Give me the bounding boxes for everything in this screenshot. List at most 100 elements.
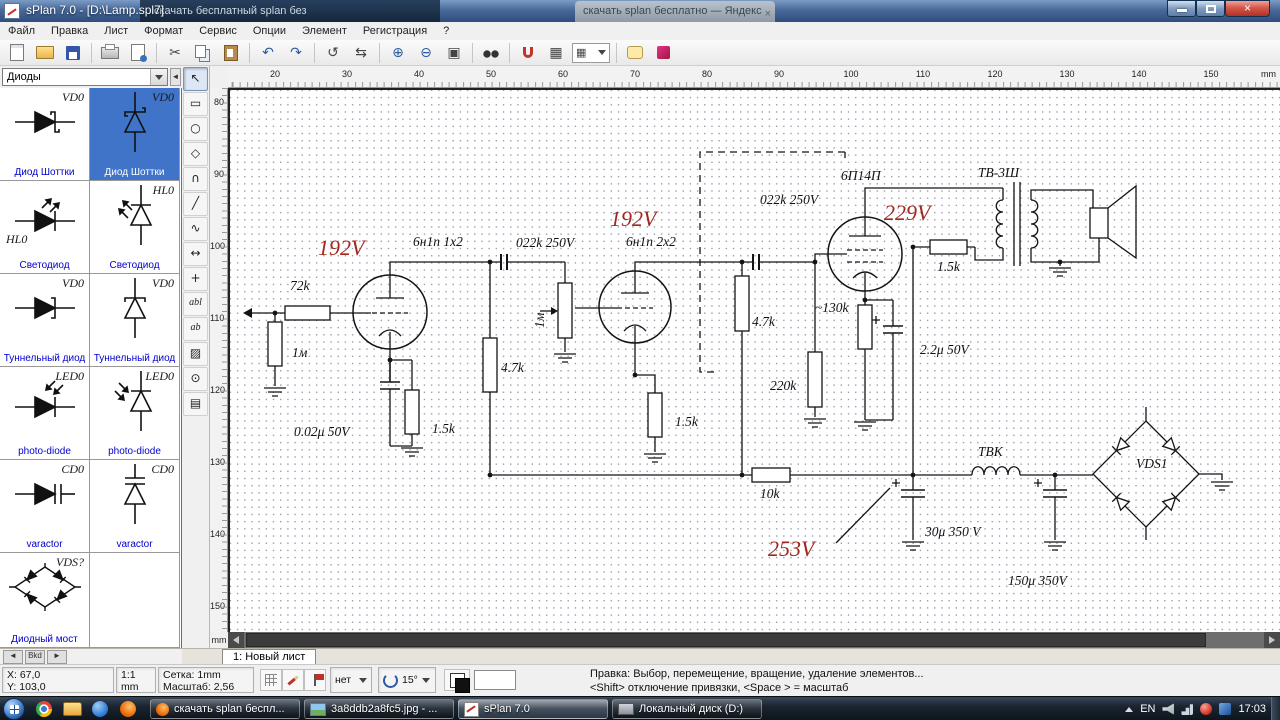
part-value[interactable]: 150μ 350V: [1008, 573, 1067, 589]
tool-arc[interactable]: ∩: [183, 167, 208, 191]
tool-image[interactable]: ▨: [183, 342, 208, 366]
menu-file[interactable]: Файл: [0, 23, 43, 39]
part-value[interactable]: 0.02μ 50V: [294, 424, 350, 440]
tool-dimension[interactable]: ↔: [183, 242, 208, 266]
snap-mode-dropdown[interactable]: ▦: [572, 42, 610, 63]
voltage-label[interactable]: 192V: [318, 235, 364, 261]
rotate-button[interactable]: ↺: [320, 41, 346, 65]
close-button[interactable]: ×: [1225, 0, 1270, 17]
menu-registration[interactable]: Регистрация: [355, 23, 435, 39]
voltage-label[interactable]: 253V: [768, 536, 814, 562]
library-item-tunnel-2[interactable]: VD0 Туннельный диод: [90, 274, 180, 367]
tool-text[interactable]: abl: [183, 292, 208, 316]
part-value[interactable]: 4.7k: [501, 360, 524, 376]
zoom-in-button[interactable]: ⊕: [385, 41, 411, 65]
menu-element[interactable]: Элемент: [294, 23, 355, 39]
tube-label[interactable]: 6П14П: [841, 168, 881, 184]
library-item-varactor-2[interactable]: CD0 varactor: [90, 460, 180, 553]
part-value[interactable]: 2.2μ 50V: [920, 342, 969, 358]
transformer-label[interactable]: ТВ-3Ш: [978, 165, 1019, 181]
language-indicator[interactable]: EN: [1140, 703, 1155, 715]
cut-button[interactable]: ✂: [162, 41, 188, 65]
tool-rectangle[interactable]: ▭: [183, 92, 208, 116]
angle-select[interactable]: 15°: [378, 667, 436, 693]
library-category-select[interactable]: Диоды: [2, 68, 168, 86]
taskbar-button-browser[interactable]: скачать splan беспл...: [150, 699, 300, 719]
library-item-bridge[interactable]: VDS? Диодный мост: [0, 553, 90, 648]
tube-label[interactable]: 6н1п 1x2: [413, 234, 463, 250]
menu-sheet[interactable]: Лист: [96, 23, 136, 39]
library-item-led-1[interactable]: HL0 Светодиод: [0, 181, 90, 274]
copy-button[interactable]: [190, 41, 216, 65]
part-value[interactable]: 4.7k: [752, 314, 775, 330]
color-swatch-button[interactable]: [444, 669, 470, 693]
tool-textbox[interactable]: ab: [183, 317, 208, 341]
cap-label[interactable]: 022k 250V: [516, 235, 574, 251]
clock[interactable]: 17:03: [1238, 703, 1266, 715]
library-item-schottky-1[interactable]: VD0 Диод Шоттки: [0, 88, 90, 181]
bridge-label[interactable]: VDS1: [1136, 456, 1168, 472]
scrollbar-thumb[interactable]: [246, 633, 1206, 647]
taskbar-button-image[interactable]: 3a8ddb2a8fc5.jpg - ...: [304, 699, 454, 719]
update-icon[interactable]: [1219, 703, 1232, 715]
menu-format[interactable]: Формат: [136, 23, 191, 39]
show-hidden-icons-icon[interactable]: [1125, 706, 1134, 712]
print-preview-button[interactable]: [125, 41, 151, 65]
cap-label[interactable]: 022k 250V: [760, 192, 818, 208]
part-value[interactable]: 1.5k: [675, 414, 698, 430]
tab-close-icon[interactable]: ×: [765, 4, 771, 22]
tool-node[interactable]: +: [183, 267, 208, 291]
horizontal-scrollbar[interactable]: [228, 632, 1280, 648]
library-item-varactor-1[interactable]: CD0 varactor: [0, 460, 90, 553]
antivirus-icon[interactable]: [1200, 703, 1213, 715]
maximize-button[interactable]: [1196, 0, 1225, 17]
tube-label[interactable]: 6н1п 2x2: [626, 234, 676, 250]
part-value[interactable]: 1м: [532, 313, 548, 328]
taskbar-button-explorer[interactable]: Локальный диск (D:): [612, 699, 762, 719]
schematic-canvas[interactable]: 192V 192V 229V 253V 72k 6н1п 1x2 022k 25…: [228, 88, 1280, 632]
tool-select[interactable]: ↖: [183, 67, 208, 91]
comment-button[interactable]: [622, 41, 648, 65]
part-value[interactable]: 1.5k: [937, 259, 960, 275]
part-value[interactable]: ~130k: [815, 300, 849, 316]
grid-toggle-button[interactable]: [260, 669, 282, 691]
menu-edit[interactable]: Правка: [43, 23, 96, 39]
volume-icon[interactable]: [1162, 703, 1175, 715]
new-file-button[interactable]: [4, 41, 30, 65]
network-icon[interactable]: [1181, 704, 1194, 715]
menu-options[interactable]: Опции: [245, 23, 294, 39]
tool-line[interactable]: ╱: [183, 192, 208, 216]
mirror-button[interactable]: ⇆: [348, 41, 374, 65]
quicklaunch-chrome[interactable]: [32, 699, 56, 719]
quicklaunch-firefox[interactable]: [116, 699, 140, 719]
combo-arrow-button[interactable]: [150, 69, 167, 85]
part-value[interactable]: 1.5k: [432, 421, 455, 437]
voltage-label[interactable]: 192V: [610, 206, 656, 232]
pencil-button[interactable]: [282, 669, 304, 691]
zoom-fit-button[interactable]: ▣: [441, 41, 467, 65]
library-item-schottky-2[interactable]: VD0 Диод Шоттки: [90, 88, 180, 181]
part-value[interactable]: 72k: [290, 278, 310, 294]
quicklaunch-folder[interactable]: [60, 699, 84, 719]
undo-button[interactable]: ↶: [255, 41, 281, 65]
minimize-button[interactable]: [1167, 0, 1196, 17]
library-item-photodiode-1[interactable]: LED0 photo-diode: [0, 367, 90, 460]
element-button[interactable]: [650, 41, 676, 65]
menu-help[interactable]: ?: [435, 23, 457, 39]
library-bkd-button[interactable]: Bkd: [25, 650, 45, 664]
menu-service[interactable]: Сервис: [191, 23, 245, 39]
tool-polygon[interactable]: ◇: [183, 142, 208, 166]
panel-collapse-button[interactable]: ◄: [170, 68, 181, 86]
search-button[interactable]: [478, 41, 504, 65]
grid-button[interactable]: ▦: [543, 41, 569, 65]
sheet-tab[interactable]: 1: Новый лист: [222, 649, 317, 665]
part-value[interactable]: 220k: [770, 378, 796, 394]
redo-button[interactable]: ↷: [283, 41, 309, 65]
fill-color-swatch[interactable]: [474, 670, 516, 690]
save-button[interactable]: [60, 41, 86, 65]
choke-label[interactable]: ТВК: [978, 444, 1003, 460]
snap-select[interactable]: нет: [330, 667, 372, 693]
flag-button[interactable]: [304, 669, 326, 691]
print-button[interactable]: [97, 41, 123, 65]
show-desktop-button[interactable]: [1271, 697, 1280, 720]
